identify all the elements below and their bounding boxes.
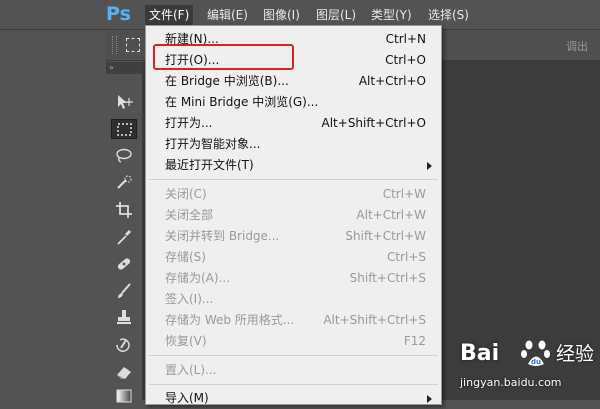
crop-tool-icon[interactable] bbox=[111, 200, 137, 220]
spot-healing-brush-tool-icon[interactable] bbox=[111, 254, 137, 274]
menu-type[interactable]: 类型(Y) bbox=[367, 5, 416, 25]
menu-layer[interactable]: 图层(L) bbox=[312, 5, 360, 25]
menu-item-save[interactable]: 存储(S) Ctrl+S bbox=[146, 247, 441, 268]
menu-item-browse-in-mini-bridge[interactable]: 在 Mini Bridge 中浏览(G)... bbox=[146, 92, 441, 113]
menu-item-browse-in-bridge[interactable]: 在 Bridge 中浏览(B)... Alt+Ctrl+O bbox=[146, 71, 441, 92]
history-brush-tool-icon[interactable] bbox=[111, 335, 137, 355]
menu-item-close[interactable]: 关闭(C) Ctrl+W bbox=[146, 184, 441, 205]
menu-edit[interactable]: 编辑(E) bbox=[203, 5, 252, 25]
watermark-product: 经验 bbox=[556, 343, 595, 365]
menu-item-open-as[interactable]: 打开为... Alt+Shift+Ctrl+O bbox=[146, 113, 441, 134]
eraser-tool-icon[interactable] bbox=[111, 362, 137, 382]
watermark-brand: Bai bbox=[460, 341, 500, 366]
file-menu-dropdown: 新建(N)... Ctrl+N 打开(O)... Ctrl+O 在 Bridge… bbox=[145, 25, 442, 405]
lasso-tool-icon[interactable] bbox=[111, 146, 137, 166]
menu-separator bbox=[149, 179, 438, 180]
menu-item-check-in[interactable]: 签入(I)... bbox=[146, 289, 441, 310]
eyedropper-tool-icon[interactable] bbox=[111, 227, 137, 247]
clone-stamp-tool-icon[interactable] bbox=[111, 308, 137, 328]
menu-item-close-all[interactable]: 关闭全部 Alt+Ctrl+W bbox=[146, 205, 441, 226]
photoshop-logo: Ps bbox=[106, 3, 131, 25]
menu-separator bbox=[149, 384, 438, 385]
options-bar-button[interactable]: 调出 bbox=[566, 38, 588, 54]
menu-image[interactable]: 图像(I) bbox=[259, 5, 304, 25]
quick-selection-tool-icon[interactable] bbox=[111, 173, 137, 193]
menu-item-save-as[interactable]: 存储为(A)... Shift+Ctrl+S bbox=[146, 268, 441, 289]
menu-item-open-as-smart-object[interactable]: 打开为智能对象... bbox=[146, 134, 441, 155]
menu-item-revert[interactable]: 恢复(V) F12 bbox=[146, 331, 441, 352]
menu-item-save-for-web[interactable]: 存储为 Web 所用格式... Alt+Shift+Ctrl+S bbox=[146, 310, 441, 331]
rectangular-marquee-tool-icon[interactable] bbox=[111, 119, 137, 139]
menu-item-import[interactable]: 导入(M) bbox=[146, 388, 441, 409]
menu-item-recent-files[interactable]: 最近打开文件(T) bbox=[146, 155, 441, 176]
menu-file[interactable]: 文件(F) bbox=[145, 5, 194, 25]
brush-tool-icon[interactable] bbox=[111, 281, 137, 301]
watermark-brand-suffix: du bbox=[531, 358, 541, 366]
baidu-paw-icon: du bbox=[521, 340, 550, 366]
submenu-arrow-icon bbox=[427, 162, 432, 170]
tools-panel: » bbox=[106, 62, 143, 403]
menu-separator bbox=[149, 355, 438, 356]
submenu-arrow-icon bbox=[427, 395, 432, 403]
options-bar-grip[interactable] bbox=[112, 36, 117, 54]
gradient-tool-icon[interactable] bbox=[111, 386, 137, 406]
highlight-annotation-box bbox=[153, 44, 294, 70]
menu-item-place[interactable]: 置入(L)... bbox=[146, 360, 441, 381]
menu-item-close-and-go-to-bridge[interactable]: 关闭并转到 Bridge... Shift+Ctrl+W bbox=[146, 226, 441, 247]
tools-panel-header[interactable]: » bbox=[106, 62, 142, 74]
watermark-url: jingyan.baidu.com bbox=[460, 376, 562, 389]
marquee-options-icon[interactable] bbox=[126, 38, 140, 52]
move-tool-icon[interactable] bbox=[111, 92, 137, 112]
baidu-jingyan-watermark: Bai du 经验 jingyan.baidu.com bbox=[460, 334, 600, 400]
menu-select[interactable]: 选择(S) bbox=[424, 5, 473, 25]
